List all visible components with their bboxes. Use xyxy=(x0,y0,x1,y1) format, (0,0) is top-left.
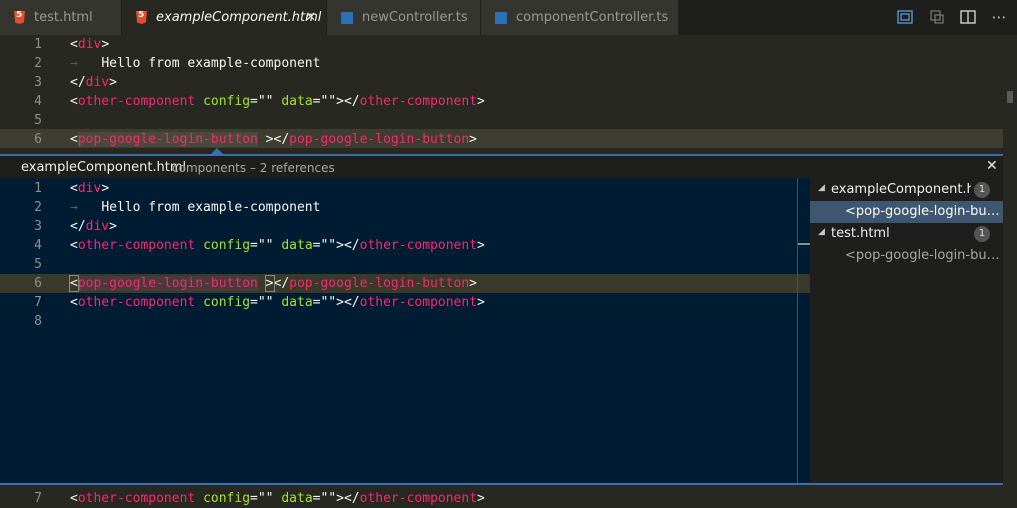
reference-item[interactable]: <pop-google-login-button ></pop-google-l… xyxy=(810,245,1003,267)
reference-file-name: exampleComponent.html xyxy=(831,182,971,197)
tab-example-component-html[interactable]: exampleComponent.html ✕ xyxy=(122,0,326,35)
code-line: <div> xyxy=(70,37,110,52)
peek-editor[interactable]: 1 2 3 4 5 6 7 8 <div> → Hello from examp… xyxy=(0,178,810,483)
editor-bottom-region[interactable]: 7 <other-component config="" data=""></o… xyxy=(0,485,1003,506)
reference-file-group[interactable]: ◢ exampleComponent.html 1 xyxy=(810,179,1003,201)
tab-new-controller-ts[interactable]: newController.ts xyxy=(327,0,480,35)
peek-subtitle: components – 2 references xyxy=(172,161,335,175)
code-line: </div> xyxy=(70,75,117,90)
line-number: 7 xyxy=(34,491,42,506)
line-number: 3 xyxy=(34,219,42,234)
line-number: 2 xyxy=(34,200,42,215)
tab-label: newController.ts xyxy=(362,10,468,25)
reference-item-text: <pop-google-login-button ></pop-google-l… xyxy=(845,248,1001,263)
scrollbar-thumb[interactable] xyxy=(1007,91,1013,103)
more-actions-icon[interactable]: ⋯ xyxy=(990,8,1008,26)
code-line: <pop-google-login-button ></pop-google-l… xyxy=(70,132,477,147)
chevron-down-icon[interactable]: ◢ xyxy=(818,183,825,193)
code-line: <other-component config="" data=""></oth… xyxy=(70,491,485,506)
tab-label: test.html xyxy=(34,10,93,25)
close-icon[interactable]: ✕ xyxy=(305,10,316,25)
scrollbar-marker xyxy=(798,243,810,245)
line-number: 4 xyxy=(34,94,42,109)
code-line: <other-component config="" data=""></oth… xyxy=(70,295,485,310)
code-line: <other-component config="" data=""></oth… xyxy=(70,94,485,109)
editor-top-region[interactable]: 1 2 3 4 5 6 <div> → Hello from example-c… xyxy=(0,35,1003,154)
tab-component-controller-ts[interactable]: componentController.ts xyxy=(481,0,678,35)
references-tree: ◢ exampleComponent.html 1 <pop-google-lo… xyxy=(810,178,1003,483)
close-icon[interactable]: ✕ xyxy=(986,158,998,174)
line-number: 1 xyxy=(34,181,42,196)
html-file-icon xyxy=(14,11,25,24)
code-line: → Hello from example-component xyxy=(70,200,321,215)
tab-label: componentController.ts xyxy=(516,10,669,25)
reference-file-name: test.html xyxy=(831,226,890,241)
html-file-icon xyxy=(136,11,147,24)
reference-item[interactable]: <pop-google-login-button ></pop-google-l… xyxy=(810,201,1003,223)
line-number: 2 xyxy=(34,56,42,71)
reference-file-group[interactable]: ◢ test.html 1 xyxy=(810,223,1003,245)
reference-count-badge: 1 xyxy=(974,182,990,198)
line-number: 1 xyxy=(34,37,42,52)
line-number: 5 xyxy=(34,257,42,272)
line-number: 6 xyxy=(34,132,42,147)
line-number: 3 xyxy=(34,75,42,90)
code-line: <pop-google-login-button ></pop-google-l… xyxy=(69,275,477,292)
chevron-down-icon[interactable]: ◢ xyxy=(818,227,825,237)
line-number: 5 xyxy=(34,113,42,128)
line-number: 4 xyxy=(34,238,42,253)
split-editor-icon[interactable] xyxy=(959,8,977,26)
open-preview-icon[interactable] xyxy=(896,8,914,26)
code-line: <div> xyxy=(70,181,110,196)
tab-bar: test.html exampleComponent.html ✕ newCon… xyxy=(0,0,1017,35)
line-number: 8 xyxy=(34,314,42,329)
ts-file-icon xyxy=(495,11,507,24)
tab-test-html[interactable]: test.html xyxy=(0,0,121,35)
code-line: </div> xyxy=(70,219,117,234)
line-number: 7 xyxy=(34,295,42,310)
open-changes-icon[interactable] xyxy=(928,8,946,26)
peek-title[interactable]: exampleComponent.html xyxy=(21,160,186,175)
editor-scrollbar[interactable] xyxy=(1003,35,1017,505)
tab-label: exampleComponent.html xyxy=(156,10,322,25)
peek-scrollbar[interactable] xyxy=(797,178,798,483)
reference-count-badge: 1 xyxy=(974,226,990,242)
code-line: → Hello from example-component xyxy=(70,56,321,71)
code-line: <other-component config="" data=""></oth… xyxy=(70,238,485,253)
line-number: 6 xyxy=(34,276,42,291)
reference-item-text: <pop-google-login-button ></pop-google-l… xyxy=(845,204,1001,219)
peek-header: exampleComponent.html components – 2 ref… xyxy=(0,156,1003,178)
ts-file-icon xyxy=(341,11,353,24)
